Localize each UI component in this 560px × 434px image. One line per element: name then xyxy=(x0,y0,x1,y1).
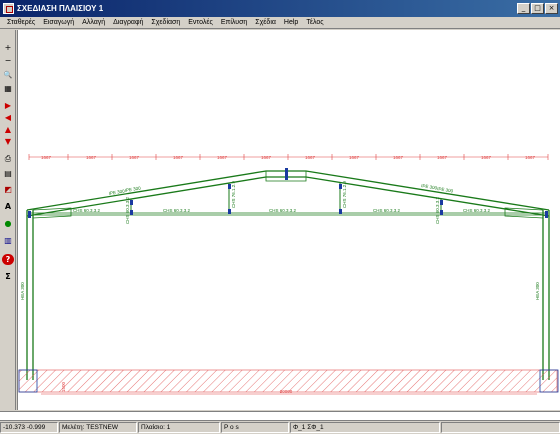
left-toolbar: + − 🔍 ▦ ▶ ◀ ▲ ▼ ⎙ ▤ ◩ A ● ▥ ? Σ xyxy=(0,30,16,410)
apex-joint xyxy=(285,168,288,180)
close-button[interactable]: × xyxy=(545,3,558,14)
tie-label: CHS 60.3.3.2 xyxy=(463,208,491,213)
calculator-icon[interactable]: ▤ xyxy=(2,168,14,179)
tie-label: CHS 60.3.3.2 xyxy=(269,208,297,213)
text-icon[interactable]: A xyxy=(2,201,14,212)
menu-eisagogi[interactable]: Εισαγωγή xyxy=(39,19,78,26)
window-icon[interactable]: ▦ xyxy=(2,83,14,94)
title-bar: ΣΧΕΔΙΑΣΗ ΠΛΑΙΣΙΟΥ 1 _ □ × xyxy=(0,0,560,17)
tie-label: CHS 60.3.3.2 xyxy=(73,208,101,213)
minimize-button[interactable]: _ xyxy=(517,3,530,14)
post-label: CHS 76.1.2.9 xyxy=(342,180,347,208)
app-icon[interactable] xyxy=(3,3,14,14)
help-icon[interactable]: ? xyxy=(2,254,14,265)
base-height-label: 1500 xyxy=(61,381,66,392)
menu-schediasi[interactable]: Σχεδίαση xyxy=(147,19,184,26)
joint-marker xyxy=(545,211,548,218)
joint-marker xyxy=(339,209,342,214)
joint-marker xyxy=(440,210,443,215)
post-label: CHS 60.3.3.2 xyxy=(435,196,440,224)
frame-number: Πλαίσιο: 1 xyxy=(138,422,220,433)
minus-icon[interactable]: − xyxy=(2,55,14,66)
menu-bar: Σταθερές Εισαγωγή Αλλαγή Διαγραφή Σχεδία… xyxy=(0,17,560,29)
project-name: Μελέτη: TESTNEW xyxy=(59,422,137,433)
post-label: CHS 60.3.3.2 xyxy=(125,196,130,224)
joint-marker xyxy=(130,200,133,205)
joint-marker xyxy=(440,200,443,205)
tie-label: CHS 60.3.3.2 xyxy=(163,208,191,213)
maximize-button[interactable]: □ xyxy=(531,3,544,14)
chart-icon[interactable]: ▥ xyxy=(2,235,14,246)
tie-label: CHS 60.3.3.2 xyxy=(373,208,401,213)
coords-readout: -10.373 -0.999 xyxy=(0,422,58,433)
span-label: 1667 xyxy=(481,155,492,160)
menu-diagrafi[interactable]: Διαγραφή xyxy=(109,19,147,26)
phase-indicator: Φ_1 ΣΦ_1 xyxy=(290,422,440,433)
arrow-down-icon[interactable]: ▼ xyxy=(2,136,14,147)
menu-entoles[interactable]: Εντολές xyxy=(184,19,217,26)
total-width-label: 20000 xyxy=(280,389,293,394)
menu-help[interactable]: Help xyxy=(280,19,302,26)
post-label: CHS 76.1.2.9 xyxy=(231,180,236,208)
span-label: 1667 xyxy=(41,155,52,160)
span-label: 1667 xyxy=(129,155,140,160)
color-wheel-icon[interactable]: ● xyxy=(2,218,14,229)
status-empty xyxy=(441,422,560,433)
arrow-left-icon[interactable]: ◀ xyxy=(2,112,14,123)
column-left-label: HEA 300 xyxy=(20,282,25,300)
joint-marker xyxy=(130,210,133,215)
span-label: 1667 xyxy=(393,155,404,160)
span-label: 1667 xyxy=(437,155,448,160)
span-label: 1667 xyxy=(217,155,228,160)
zoom-icon[interactable]: 🔍 xyxy=(2,70,14,81)
command-line[interactable] xyxy=(0,411,560,421)
span-label: 1667 xyxy=(86,155,97,160)
span-label: 1667 xyxy=(261,155,272,160)
print-icon[interactable]: ⎙ xyxy=(2,153,14,164)
span-label: 1667 xyxy=(173,155,184,160)
joint-marker xyxy=(28,211,31,218)
drawing-canvas[interactable]: 1667 1667 1667 1667 1667 1667 1667 1667 … xyxy=(17,30,560,410)
status-bar: -10.373 -0.999 Μελέτη: TESTNEW Πλαίσιο: … xyxy=(0,422,560,434)
menu-schedia[interactable]: Σχέδια xyxy=(251,19,280,26)
menu-allagi[interactable]: Αλλαγή xyxy=(78,19,109,26)
plus-icon[interactable]: + xyxy=(2,42,14,53)
palette-icon[interactable]: ◩ xyxy=(2,184,14,195)
menu-epilysi[interactable]: Επίλυση xyxy=(217,19,251,26)
span-label: 1667 xyxy=(305,155,316,160)
sigma-icon[interactable]: Σ xyxy=(2,271,14,282)
arrow-right-icon[interactable]: ▶ xyxy=(2,100,14,111)
window-title: ΣΧΕΔΙΑΣΗ ΠΛΑΙΣΙΟΥ 1 xyxy=(17,4,104,13)
column-right-label: HEA 300 xyxy=(535,282,540,300)
span-label: 1667 xyxy=(525,155,536,160)
arrow-up-icon[interactable]: ▲ xyxy=(2,124,14,135)
span-label: 1667 xyxy=(349,155,360,160)
frame-drawing: 1667 1667 1667 1667 1667 1667 1667 1667 … xyxy=(18,154,559,395)
mode-indicator: P o s xyxy=(221,422,289,433)
menu-stathere[interactable]: Σταθερές xyxy=(3,19,39,26)
joint-marker xyxy=(228,209,231,214)
menu-telos[interactable]: Τέλος xyxy=(302,19,327,26)
